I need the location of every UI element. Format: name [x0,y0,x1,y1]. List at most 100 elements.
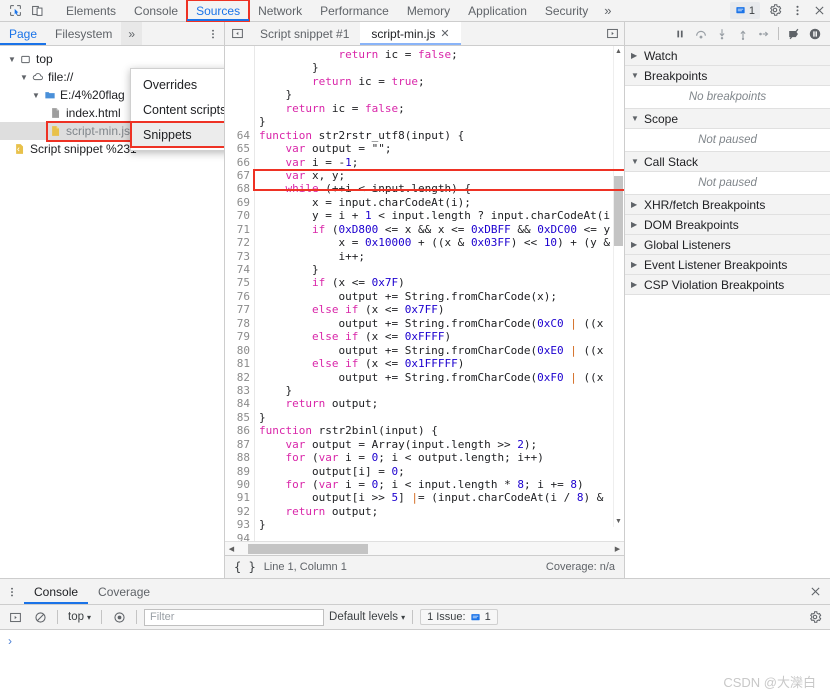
scroll-down-arrow-icon[interactable]: ▼ [614,516,623,527]
tab-memory[interactable]: Memory [398,0,459,21]
more-tabs-chevron-icon[interactable]: » [597,0,618,21]
code-line[interactable]: y = i + 1 < input.length ? input.charCod… [259,209,624,222]
code-line[interactable]: output += String.fromCharCode(0xE0 | ((x [259,344,624,357]
panel-collapse-left-icon[interactable] [225,22,249,45]
horizontal-scroll-thumb[interactable] [248,543,368,554]
deactivate-breakpoints-button[interactable] [784,24,803,44]
panel-collapse-right-icon[interactable] [600,22,624,45]
code-line[interactable]: if (0xD800 <= x && x <= 0xDBFF && 0xDC00… [259,223,624,236]
editor-horizontal-scrollbar[interactable]: ◀ ▶ [225,541,624,555]
editor-vertical-scrollbar[interactable]: ▲ ▼ [613,46,624,527]
navigator-more-tabs-button[interactable]: » [121,22,143,45]
code-line[interactable]: return output; [259,505,624,518]
clear-console-icon[interactable] [30,608,50,627]
code-line[interactable]: output[i >> 5] |= (input.charCodeAt(i / … [259,491,624,504]
pause-on-exceptions-button[interactable] [805,24,824,44]
line-number[interactable]: 73 [225,250,254,263]
code-line[interactable]: if (x <= 0x7F) [259,276,624,289]
chevron-right-icon[interactable]: ▶ [631,280,640,289]
code-line[interactable]: output += String.fromCharCode(0xF0 | ((x [259,371,624,384]
code-line[interactable]: output += String.fromCharCode(x); [259,290,624,303]
console-sidebar-icon[interactable] [5,608,25,627]
console-settings-gear-icon[interactable] [805,608,825,627]
code-line[interactable]: var x, y; [259,169,624,182]
scroll-left-arrow-icon[interactable]: ◀ [225,545,238,553]
chevron-right-icon[interactable]: ▶ [631,240,640,249]
drawer-tab-console[interactable]: Console [24,579,89,604]
code-line[interactable] [259,532,624,541]
code-line[interactable]: function str2rstr_utf8(input) { [259,129,624,142]
section-event-listener-breakpoints[interactable]: ▶ Event Listener Breakpoints [625,255,830,275]
chevron-down-icon[interactable]: ▼ [631,114,640,123]
code-line[interactable]: } [259,88,624,101]
chevron-down-icon[interactable]: ▼ [18,73,30,82]
chevron-right-icon[interactable]: ▶ [631,260,640,269]
step-out-of-current-function-button[interactable] [733,24,752,44]
code-content[interactable]: return ic = false; } return ic = true; }… [255,46,624,541]
code-line[interactable]: return ic = true; [259,75,624,88]
eye-icon[interactable] [109,608,129,627]
chevron-down-icon[interactable]: ▼ [631,157,640,166]
issues-message-badge[interactable]: 1 [729,2,760,19]
line-number[interactable]: 81 [225,357,254,370]
line-number[interactable]: 76 [225,290,254,303]
step-over-next-function-call-button[interactable] [691,24,710,44]
section-call-stack[interactable]: ▼ Call Stack [625,152,830,172]
pause-script-execution-button[interactable] [670,24,689,44]
code-line[interactable]: } [259,518,624,531]
code-line[interactable]: var output = Array(input.length >> 2); [259,438,624,451]
section-watch[interactable]: ▶ Watch [625,46,830,66]
line-number[interactable]: 92 [225,505,254,518]
tab-application[interactable]: Application [459,0,536,21]
chevron-down-icon[interactable]: ▼ [6,55,18,64]
horizontal-scroll-track[interactable] [238,542,611,556]
code-line[interactable]: else if (x <= 0x7FF) [259,303,624,316]
editor-tab-script-snippet-1[interactable]: Script snippet #1 [249,22,360,45]
chevron-down-icon[interactable]: ▼ [631,71,640,80]
tab-elements[interactable]: Elements [57,0,125,21]
line-number[interactable]: 93 [225,518,254,531]
pretty-print-icon[interactable]: { } [234,560,256,574]
chevron-down-icon[interactable]: ▼ [30,91,42,100]
line-number[interactable]: 67 [225,169,254,182]
line-number[interactable]: 86 [225,424,254,437]
tab-security[interactable]: Security [536,0,597,21]
line-number[interactable]: 80 [225,344,254,357]
section-global-listeners[interactable]: ▶ Global Listeners [625,235,830,255]
section-scope[interactable]: ▼ Scope [625,109,830,129]
console-context-selector[interactable]: top ▾ [65,611,94,623]
line-number[interactable] [225,102,254,115]
code-line[interactable]: var i = -1; [259,156,624,169]
drawer-kebab-menu-icon[interactable] [0,579,24,604]
line-number[interactable] [225,88,254,101]
scroll-up-arrow-icon[interactable]: ▲ [614,46,623,57]
console-log-levels-selector[interactable]: Default levels ▾ [329,611,405,623]
line-number[interactable]: 71 [225,223,254,236]
code-line[interactable]: while (++i < input.length) { [259,182,624,195]
line-number[interactable]: 72 [225,236,254,249]
dropdown-item-content-scripts[interactable]: Content scripts [131,97,224,122]
code-line[interactable]: var output = ""; [259,142,624,155]
line-number[interactable]: 91 [225,491,254,504]
code-line[interactable]: for (var i = 0; i < output.length; i++) [259,451,624,464]
line-number[interactable]: 64 [225,129,254,142]
step-into-next-function-call-button[interactable] [712,24,731,44]
chevron-right-icon[interactable]: ▶ [631,220,640,229]
code-line[interactable]: return output; [259,397,624,410]
vertical-scroll-thumb[interactable] [614,176,623,246]
code-line[interactable]: function rstr2binl(input) { [259,424,624,437]
line-number[interactable]: 77 [225,303,254,316]
section-dom-breakpoints[interactable]: ▶ DOM Breakpoints [625,215,830,235]
section-xhr-fetch-breakpoints[interactable]: ▶ XHR/fetch Breakpoints [625,195,830,215]
code-line[interactable]: else if (x <= 0x1FFFFF) [259,357,624,370]
code-line[interactable]: return ic = false; [259,102,624,115]
close-icon[interactable] [808,0,830,20]
tab-network[interactable]: Network [249,0,311,21]
code-line[interactable]: } [259,384,624,397]
code-line[interactable]: } [259,411,624,424]
line-number[interactable]: 90 [225,478,254,491]
line-number[interactable]: 88 [225,451,254,464]
code-line[interactable]: x = 0x10000 + ((x & 0x03FF) << 10) + (y … [259,236,624,249]
tab-sources[interactable]: Sources [186,0,251,22]
code-line[interactable]: output[i] = 0; [259,465,624,478]
